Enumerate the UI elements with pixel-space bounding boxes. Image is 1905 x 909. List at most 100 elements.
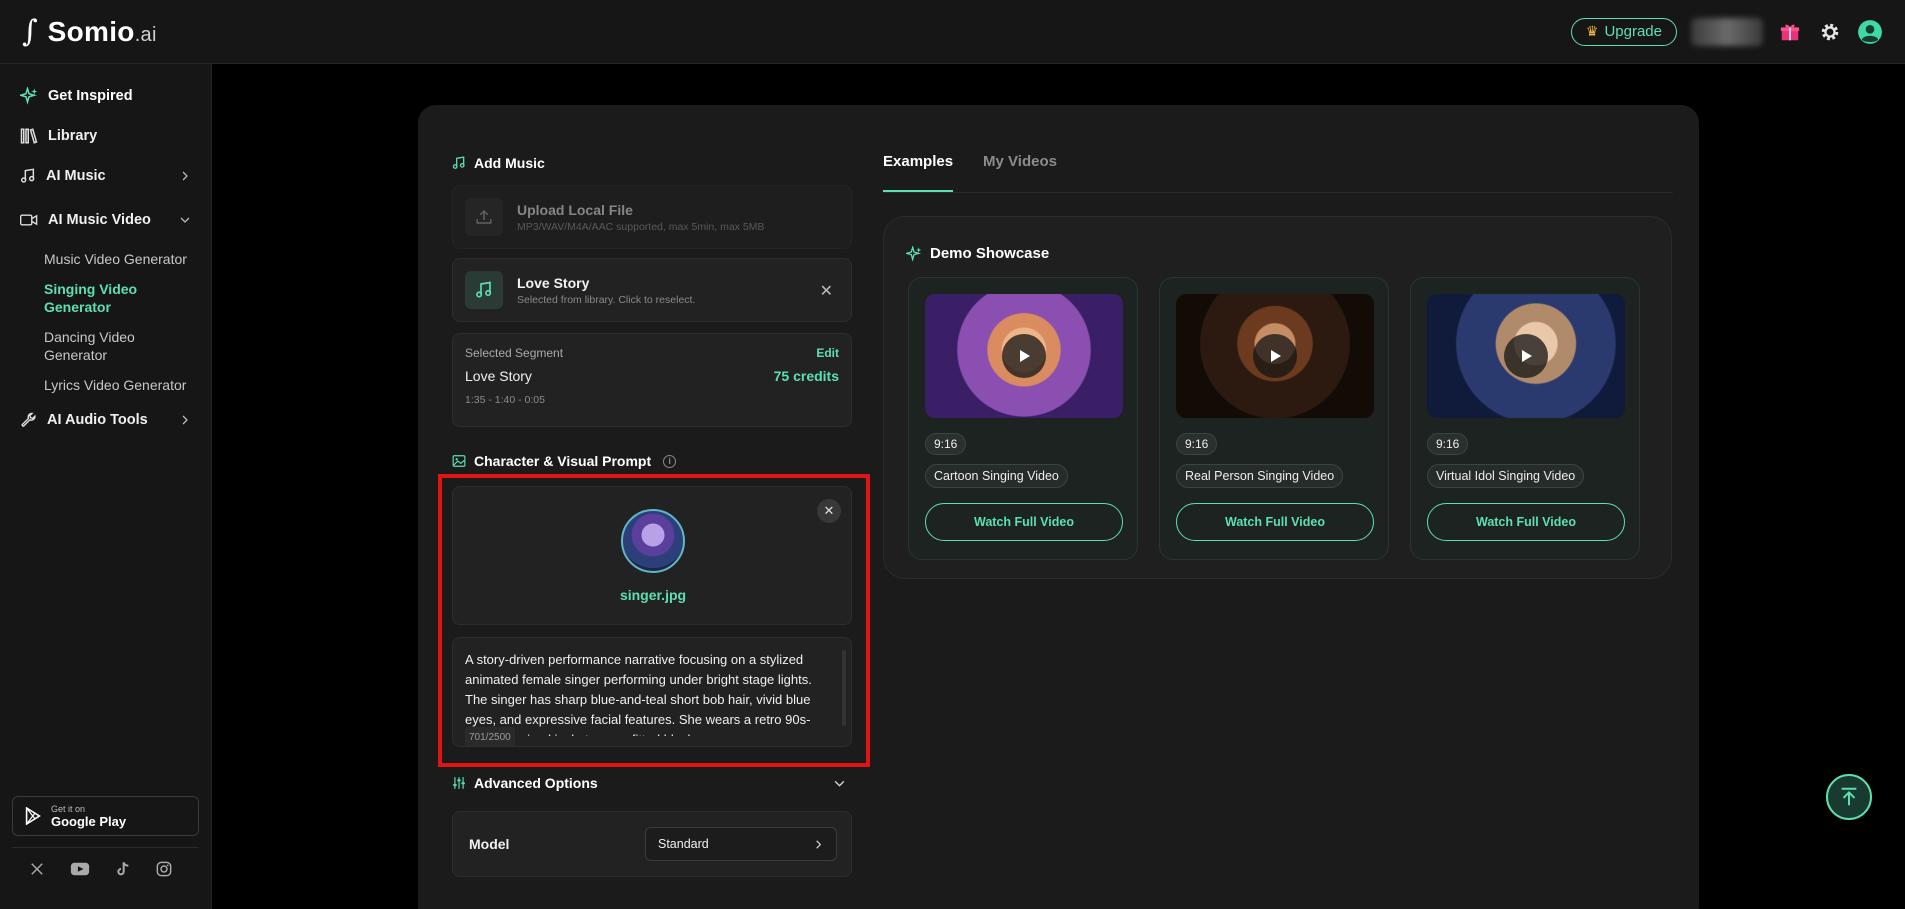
play-icon[interactable] [1002,334,1046,378]
upload-subtitle: MP3/WAV/M4A/AAC supported, max 5min, max… [517,220,765,233]
x-twitter-icon[interactable] [30,862,44,876]
sidebar-item-ai-music-video[interactable]: AI Music Video [0,200,211,240]
advanced-options-toggle[interactable]: Advanced Options [452,775,852,791]
user-credits-blurred [1691,17,1763,46]
upload-title: Upload Local File [517,201,633,218]
song-subtitle: Selected from library. Click to reselect… [517,293,696,306]
youtube-icon[interactable] [70,862,90,876]
image-icon [452,455,466,467]
main-panel: Add Music Upload Local File MP3/WAV/M4A/… [418,105,1699,909]
sidebar: Get Inspired Library AI Music AI Music V… [0,64,212,909]
selected-song-card[interactable]: Love Story Selected from library. Click … [452,258,852,322]
app-root: ∫ Somio.ai ♛ Upgrade Get Inspired Librar… [0,0,1905,909]
model-label: Model [469,836,510,852]
upgrade-button[interactable]: ♛ Upgrade [1570,17,1677,46]
wrench-icon [21,412,36,427]
demo-card-virtual-idol: 9:16 Virtual Idol Singing Video Watch Fu… [1410,277,1640,560]
add-music-title-text: Add Music [474,155,545,171]
upload-icon [465,198,503,236]
user-avatar-icon[interactable] [1857,19,1883,45]
video-thumbnail[interactable] [1176,294,1374,418]
chevron-right-icon [182,415,188,425]
play-icon[interactable] [1253,334,1297,378]
aspect-ratio-badge: 9:16 [925,433,967,455]
video-type-tag: Virtual Idol Singing Video [1427,464,1585,488]
selected-segment-card: Selected Segment Edit Love Story 75 cred… [452,333,852,427]
model-select-value: Standard [658,837,709,851]
demo-card-cartoon: 9:16 Cartoon Singing Video Watch Full Vi… [908,277,1138,560]
logo-icon: ∫ [22,13,38,49]
sidebar-item-ai-audio-tools[interactable]: AI Audio Tools [0,400,211,440]
sidebar-item-get-inspired[interactable]: Get Inspired [0,76,211,116]
sidebar-item-label: AI Music [46,168,106,184]
sliders-icon [453,777,465,789]
character-prompt-title: Character & Visual Prompt i [452,453,677,469]
sparkle-icon [20,87,38,105]
arrow-up-icon [1841,787,1857,806]
sidebar-item-ai-music[interactable]: AI Music [0,156,211,196]
music-note-icon [465,271,503,309]
sidebar-subitem-music-video-generator[interactable]: Music Video Generator [0,250,200,268]
sidebar-item-label: Library [48,128,98,144]
info-icon[interactable]: i [663,454,677,468]
segment-credits: 75 credits [773,368,839,384]
sidebar-item-label: AI Music Video [48,212,151,228]
demo-card-real-person: 9:16 Real Person Singing Video Watch Ful… [1159,277,1389,560]
demo-showcase: Demo Showcase 9:16 Cartoon Singing Video… [883,216,1672,579]
sidebar-subitem-lyrics-video-generator[interactable]: Lyrics Video Generator [0,376,200,394]
library-icon [20,128,38,144]
demo-showcase-title: Demo Showcase [906,245,1049,262]
segment-edit-link[interactable]: Edit [816,346,839,360]
video-camera-icon [20,214,38,226]
segment-name: Love Story [465,368,532,384]
google-play-big-text: Google Play [51,813,127,829]
sidebar-item-library[interactable]: Library [0,116,211,156]
video-thumbnail[interactable] [1427,294,1625,418]
aspect-ratio-badge: 9:16 [1427,433,1469,455]
upload-local-file-card[interactable]: Upload Local File MP3/WAV/M4A/AAC suppor… [452,185,852,249]
play-icon[interactable] [1504,334,1548,378]
video-type-tag: Real Person Singing Video [1176,464,1344,488]
crown-icon: ♛ [1585,23,1599,39]
instagram-icon[interactable] [156,861,172,877]
model-select[interactable]: Standard [645,827,837,861]
music-note-icon [20,168,35,183]
close-icon[interactable]: ✕ [820,281,833,301]
scroll-to-top-button[interactable] [1826,774,1872,820]
highlight-box [438,474,870,767]
video-thumbnail[interactable] [925,294,1123,418]
music-note-icon [452,156,465,169]
tabs: Examples My Videos [883,153,1673,193]
logo-text: Somio.ai [48,16,157,48]
aspect-ratio-badge: 9:16 [1176,433,1218,455]
tab-my-videos[interactable]: My Videos [983,153,1057,192]
tiktok-icon[interactable] [116,861,130,877]
watch-full-video-button[interactable]: Watch Full Video [1427,503,1625,541]
upgrade-label: Upgrade [1604,23,1662,40]
header-actions: ♛ Upgrade [1570,17,1883,46]
tab-examples[interactable]: Examples [883,153,954,192]
google-play-button[interactable]: Get it on Google Play [12,796,199,836]
character-prompt-title-text: Character & Visual Prompt [474,453,652,469]
google-play-small-text: Get it on [51,803,86,814]
model-row: Model Standard [452,811,852,877]
add-music-title: Add Music [452,155,545,171]
gift-icon[interactable] [1777,19,1803,45]
sidebar-divider [12,847,199,848]
logo-name: Somio [47,15,135,47]
logo[interactable]: ∫ Somio.ai [22,16,157,48]
chevron-down-icon [834,780,845,787]
sidebar-item-label: AI Audio Tools [47,412,148,428]
video-type-tag: Cartoon Singing Video [925,464,1068,488]
top-header: ∫ Somio.ai ♛ Upgrade [0,0,1905,64]
song-title: Love Story [517,274,590,291]
chevron-right-icon [816,839,822,849]
demo-showcase-title-text: Demo Showcase [930,245,1050,262]
sparkle-icon [906,245,922,262]
gear-icon[interactable] [1817,19,1843,45]
sidebar-subitem-dancing-video-generator[interactable]: Dancing Video Generator [0,328,140,364]
watch-full-video-button[interactable]: Watch Full Video [925,503,1123,541]
watch-full-video-button[interactable]: Watch Full Video [1176,503,1374,541]
sidebar-subitem-singing-video-generator[interactable]: Singing Video Generator [0,280,200,316]
google-play-icon [25,807,41,825]
